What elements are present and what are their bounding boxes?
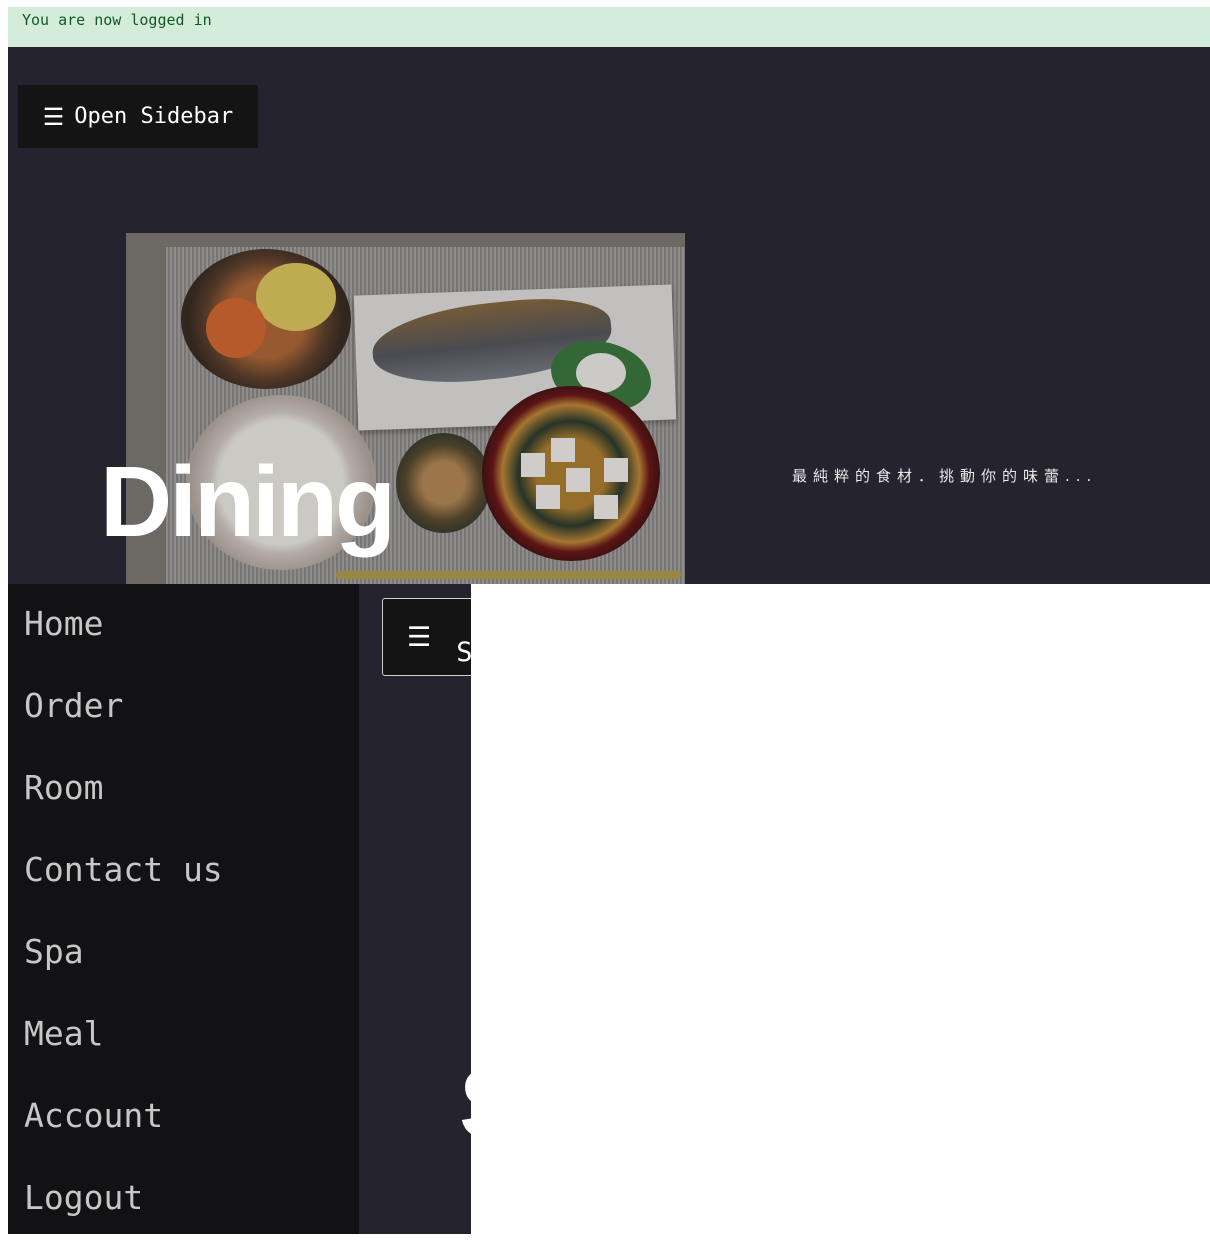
open-sidebar-label: Open Sidebar: [74, 104, 234, 129]
sidebar-item-meal[interactable]: Meal: [8, 994, 359, 1076]
sidebar-item-spa[interactable]: Spa: [8, 912, 359, 994]
open-sidebar-label: Open Sidebar: [456, 637, 471, 668]
login-alert: You are now logged in: [8, 7, 1210, 47]
hero-title: Dining: [100, 446, 396, 558]
sidebar-item-contact-us[interactable]: Contact us: [8, 830, 359, 912]
sidebar-item-account[interactable]: Account: [8, 1076, 359, 1158]
hamburger-icon: ☰: [42, 102, 65, 131]
partial-heading-glyph: S: [459, 1054, 471, 1154]
hero-tagline: 最純粹的食材．挑動你的味蕾...: [792, 467, 1098, 485]
open-sidebar-button-secondary[interactable]: ☰ Open Sidebar: [382, 598, 471, 676]
sidebar-nav: Home Order Room Contact us Spa Meal Acco…: [8, 584, 359, 1234]
blank-overlay: [471, 584, 1210, 1234]
sidebar-item-logout[interactable]: Logout: [8, 1158, 359, 1240]
hamburger-icon: ☰: [407, 621, 432, 653]
open-sidebar-button[interactable]: ☰ Open Sidebar: [18, 85, 258, 148]
alert-message: You are now logged in: [22, 11, 212, 29]
sidebar-item-home[interactable]: Home: [8, 584, 359, 666]
sidebar-item-order[interactable]: Order: [8, 666, 359, 748]
sidebar-item-room[interactable]: Room: [8, 748, 359, 830]
hero-section: ☰ Open Sidebar Dining 最純粹的食材．挑動你的味蕾...: [8, 47, 1210, 584]
underlying-page: ☰ Open Sidebar S: [359, 584, 471, 1234]
